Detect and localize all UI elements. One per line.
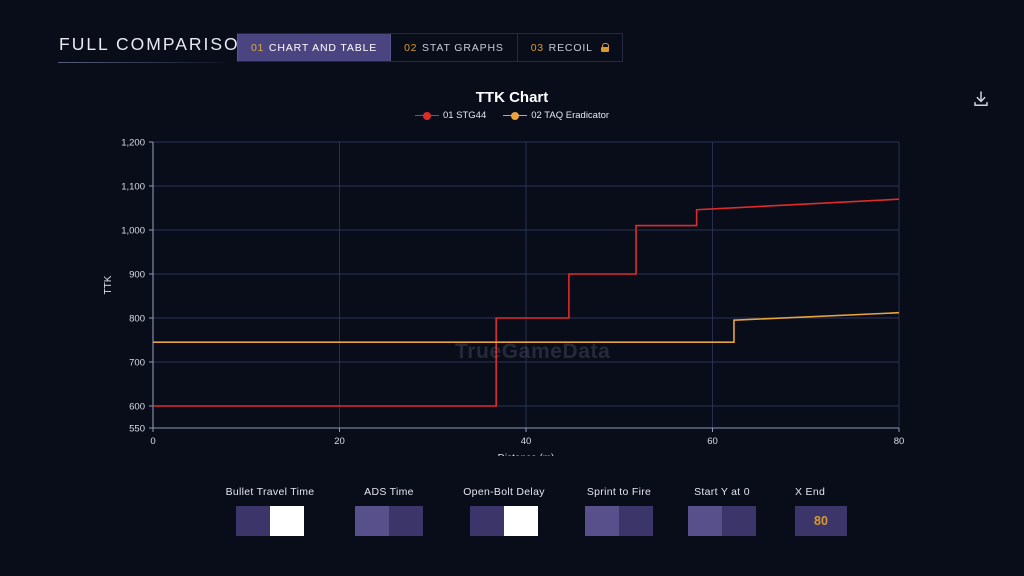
control-label: ADS Time: [364, 486, 414, 498]
y-tick-label: 900: [129, 270, 145, 281]
y-tick-label: 1,200: [121, 138, 145, 149]
y-axis-label: TTK: [103, 275, 114, 294]
toggle-bullet-travel-time[interactable]: [236, 506, 304, 536]
toggle-knob-right: [619, 506, 653, 536]
full-comparison-page: FULL COMPARISON 01 CHART AND TABLE 02 STAT …: [0, 0, 1024, 576]
ttk-chart-card: TTK Chart 01 STG44 02 TAQ Eradicator 550 6…: [0, 76, 1024, 464]
control-label: Open-Bolt Delay: [463, 486, 545, 498]
chart-plot-area: 550 600 700 800 900 1,000 1,100 1,200 0 20 40 60 80 D…: [0, 76, 1024, 464]
control-label: X End: [795, 486, 826, 498]
title-underline: [58, 62, 224, 63]
tab-bar: 01 CHART AND TABLE 02 STAT GRAPHS 03 RECOIL: [237, 33, 623, 62]
toggle-knob-left: [355, 506, 389, 536]
tab-number: 02: [404, 41, 418, 54]
y-tick-label: 800: [129, 314, 145, 325]
control-ads-time: ADS Time: [355, 486, 423, 536]
x-tick-label: 40: [521, 436, 532, 447]
y-tick-label: 1,000: [121, 226, 145, 237]
control-sprint-to-fire: Sprint to Fire: [585, 486, 653, 536]
chart-controls: Bullet Travel Time ADS Time Open-Bolt Dela…: [0, 486, 1024, 556]
x-tick-label: 80: [894, 436, 905, 447]
lock-icon: [600, 43, 610, 52]
toggle-knob-left: [688, 506, 722, 536]
toggle-knob-right: [389, 506, 423, 536]
chart-svg: 550 600 700 800 900 1,000 1,100 1,200 0 20 40 60 80 D…: [103, 138, 905, 464]
y-tick-label: 700: [129, 358, 145, 369]
toggle-knob-right: [504, 506, 538, 536]
tab-label: CHART AND TABLE: [268, 41, 378, 54]
control-label: Bullet Travel Time: [225, 486, 315, 498]
toggle-open-bolt-delay[interactable]: [470, 506, 538, 536]
toggle-knob-left: [585, 506, 619, 536]
control-x-end: X End 80: [795, 486, 847, 536]
toggle-start-y-at-0[interactable]: [688, 506, 756, 536]
tab-recoil[interactable]: 03 RECOIL: [518, 34, 623, 61]
tab-label: RECOIL: [548, 41, 593, 54]
control-start-y-at-0: Start Y at 0: [688, 486, 756, 536]
x-axis-label: Distance (m): [498, 453, 555, 456]
tab-stat-graphs[interactable]: 02 STAT GRAPHS: [391, 34, 518, 61]
y-tick-label: 600: [129, 402, 145, 413]
control-label: Start Y at 0: [694, 486, 750, 498]
tab-number: 01: [251, 41, 264, 54]
page-header: FULL COMPARISON 01 CHART AND TABLE 02 STAT …: [0, 0, 1024, 72]
toggle-sprint-to-fire[interactable]: [585, 506, 653, 536]
tab-number: 03: [530, 41, 544, 54]
input-x-end[interactable]: 80: [795, 506, 847, 536]
page-title: FULL COMPARISON: [59, 34, 255, 54]
toggle-knob-left: [236, 506, 270, 536]
toggle-ads-time[interactable]: [355, 506, 423, 536]
toggle-knob-right: [270, 506, 304, 536]
tab-chart-and-table[interactable]: 01 CHART AND TABLE: [237, 34, 392, 61]
control-open-bolt-delay: Open-Bolt Delay: [463, 486, 544, 536]
control-bullet-travel-time: Bullet Travel Time: [226, 486, 314, 536]
x-tick-label: 20: [334, 436, 345, 447]
tab-label: STAT GRAPHS: [422, 41, 504, 54]
x-tick-label: 60: [707, 436, 718, 447]
y-tick-label: 1,100: [121, 182, 145, 193]
toggle-knob-left: [470, 506, 504, 536]
y-tick-label: 550: [129, 424, 145, 435]
toggle-knob-right: [722, 506, 756, 536]
x-tick-label: 0: [150, 436, 155, 447]
